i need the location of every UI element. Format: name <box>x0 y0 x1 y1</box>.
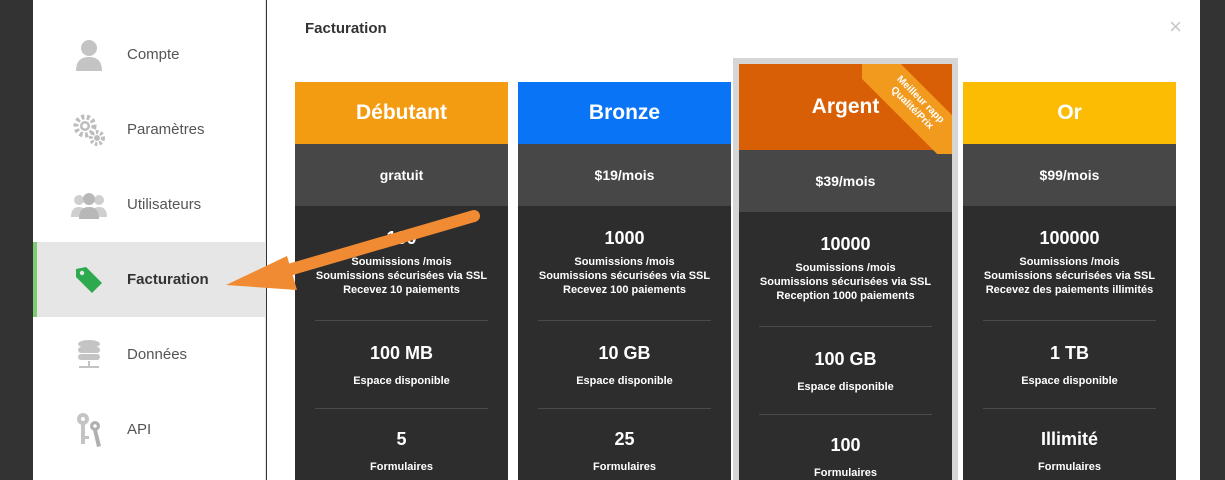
ssl-line: Soumissions sécurisées via SSL <box>759 276 932 288</box>
forms-label: Formulaires <box>370 461 433 473</box>
plan-price: $99/mois <box>963 144 1176 206</box>
ssl-line: Soumissions sécurisées via SSL <box>983 270 1156 282</box>
submissions-line: Soumissions /mois <box>795 262 896 274</box>
storage-value: 100 GB <box>814 349 877 369</box>
plan-submissions: 100 Soumissions /mois Soumissions sécuri… <box>295 206 508 320</box>
sidebar-item-parametres[interactable]: Paramètres <box>33 92 266 167</box>
forms-value: 100 <box>830 435 861 455</box>
forms-value: 5 <box>396 429 407 449</box>
sidebar-item-donnees[interactable]: Données <box>33 317 266 392</box>
plan-name: Débutant <box>295 82 508 144</box>
plan-price: $19/mois <box>518 144 731 206</box>
sidebar-item-label: Utilisateurs <box>127 196 202 213</box>
plan-card-or[interactable]: Or $99/mois 100000 Soumissions /mois Sou… <box>963 82 1176 480</box>
submissions-line: Soumissions /mois <box>1019 256 1120 268</box>
submissions-count: 100000 <box>1039 228 1100 248</box>
plan-submissions: 100000 Soumissions /mois Soumissions séc… <box>963 206 1176 320</box>
users-icon <box>71 187 107 223</box>
payments-line: Recevez 10 paiements <box>343 284 460 296</box>
plan-submissions: 10000 Soumissions /mois Soumissions sécu… <box>739 212 952 326</box>
forms-label: Formulaires <box>593 461 656 473</box>
sidebar-item-label: Paramètres <box>127 121 205 138</box>
sidebar-item-api[interactable]: API <box>33 392 266 467</box>
sidebar-item-compte[interactable]: Compte <box>33 17 266 92</box>
submissions-line: Soumissions /mois <box>574 256 675 268</box>
ssl-line: Soumissions sécurisées via SSL <box>538 270 711 282</box>
close-icon[interactable]: × <box>1169 16 1182 38</box>
user-icon <box>71 37 107 73</box>
ribbon-line-2: Qualité/Prix <box>888 84 936 132</box>
plan-submissions: 1000 Soumissions /mois Soumissions sécur… <box>518 206 731 320</box>
forms-value: Illimité <box>1040 429 1098 449</box>
plan-price: gratuit <box>295 144 508 206</box>
best-value-ribbon: Meilleur rapp Qualité/Prix <box>862 64 952 154</box>
payments-line: Recevez des paiements illimités <box>985 284 1154 296</box>
forms-value: 25 <box>614 429 635 449</box>
storage-label: Espace disponible <box>576 375 673 387</box>
storage-value: 100 MB <box>369 343 434 363</box>
plan-name: Bronze <box>518 82 731 144</box>
storage-label: Espace disponible <box>1021 375 1118 387</box>
billing-panel: Facturation × Débutant gratuit 100 Soumi… <box>267 0 1200 480</box>
submissions-line: Soumissions /mois <box>351 256 452 268</box>
plan-card-debutant[interactable]: Débutant gratuit 100 Soumissions /mois S… <box>295 82 508 480</box>
submissions-count: 1000 <box>604 228 645 248</box>
settings-sidebar: Compte Paramètres Utilisateurs Facturati… <box>33 0 266 480</box>
ssl-line: Soumissions sécurisées via SSL <box>315 270 488 282</box>
keys-icon <box>71 412 107 448</box>
plan-card-bronze[interactable]: Bronze $19/mois 1000 Soumissions /mois S… <box>518 82 731 480</box>
database-icon <box>71 337 107 373</box>
plan-forms: Illimité Formulaires <box>963 409 1176 474</box>
plan-storage: 10 GB Espace disponible <box>518 321 731 408</box>
storage-label: Espace disponible <box>353 375 450 387</box>
storage-value: 10 GB <box>598 343 651 363</box>
plan-storage: 100 MB Espace disponible <box>295 321 508 408</box>
sidebar-item-utilisateurs[interactable]: Utilisateurs <box>33 167 266 242</box>
plan-featured-frame: Argent Meilleur rapp Qualité/Prix $39/mo… <box>733 58 958 480</box>
storage-label: Espace disponible <box>797 381 894 393</box>
submissions-count: 100 <box>386 228 417 248</box>
plan-forms: 25 Formulaires <box>518 409 731 474</box>
plan-name: Or <box>963 82 1176 144</box>
plan-forms: 5 Formulaires <box>295 409 508 474</box>
plan-storage: 100 GB Espace disponible <box>739 327 952 414</box>
gears-icon <box>71 112 107 148</box>
forms-label: Formulaires <box>814 467 877 479</box>
payments-line: Reception 1000 paiements <box>776 290 915 302</box>
plan-storage: 1 TB Espace disponible <box>963 321 1176 408</box>
plan-price: $39/mois <box>739 150 952 212</box>
page-title: Facturation <box>305 20 387 37</box>
plan-forms: 100 Formulaires <box>739 415 952 480</box>
sidebar-item-label: API <box>127 421 152 438</box>
forms-label: Formulaires <box>1038 461 1101 473</box>
plan-card-argent[interactable]: Argent Meilleur rapp Qualité/Prix $39/mo… <box>739 64 952 480</box>
sidebar-item-label: Données <box>127 346 188 363</box>
payments-line: Recevez 100 paiements <box>563 284 686 296</box>
sidebar-item-facturation[interactable]: Facturation <box>33 242 266 317</box>
tag-icon <box>71 262 107 298</box>
sidebar-item-label: Compte <box>127 46 180 63</box>
sidebar-item-label: Facturation <box>127 271 209 288</box>
submissions-count: 10000 <box>820 234 871 254</box>
storage-value: 1 TB <box>1049 343 1089 363</box>
